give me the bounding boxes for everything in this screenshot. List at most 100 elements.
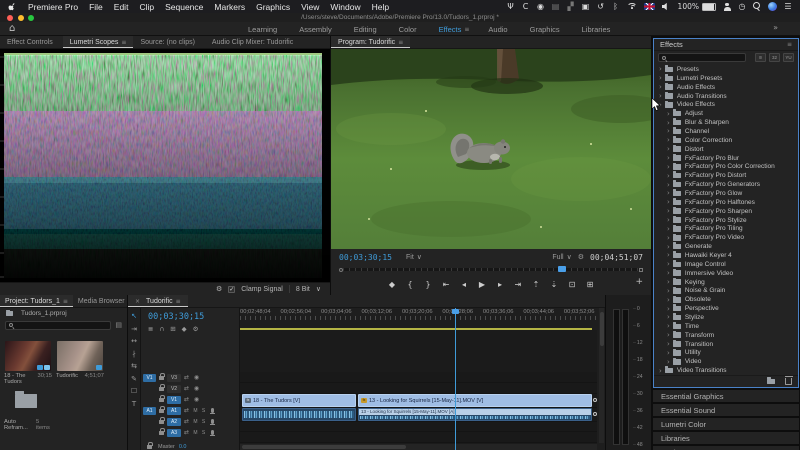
go-to-out-button[interactable]: ⇥ — [514, 280, 523, 289]
effects-folder-row[interactable]: › Stylize — [654, 313, 798, 322]
bit-depth-dropdown-icon[interactable]: ∨ — [316, 285, 321, 293]
effects-folder-row[interactable]: › Keying — [654, 277, 798, 287]
dim-status-icon-2[interactable]: ▞ — [567, 2, 575, 12]
minimize-window-button[interactable] — [17, 14, 24, 21]
chevron-right-icon[interactable]: › — [667, 251, 670, 259]
chevron-right-icon[interactable]: › — [667, 287, 670, 295]
time-machine-status-icon[interactable]: ↺ — [597, 2, 605, 12]
menu-item[interactable]: Premiere Pro — [28, 2, 78, 12]
program-settings-wrench-icon[interactable]: ⚙ — [578, 253, 584, 261]
chevron-right-icon[interactable]: › — [667, 234, 670, 242]
mark-out-button[interactable]: } — [424, 280, 433, 289]
chevron-right-icon[interactable]: › — [667, 110, 670, 118]
zoom-level-select[interactable]: Fit ∨ — [406, 253, 422, 261]
panel-tab[interactable]: Source: (no clips) — [133, 36, 204, 48]
toggle-track-output-eye-icon[interactable]: ◉ — [192, 374, 201, 381]
project-search-input[interactable] — [5, 320, 112, 330]
panel-tab[interactable]: Project: Tudors_1 ≡ — [0, 295, 73, 307]
effects-folder-row[interactable]: › Immersive Video — [654, 269, 798, 278]
timeline-ruler[interactable]: 00;02;48;04 00;02;56;04 00;03;04;06 00;03;1… — [240, 308, 600, 328]
collapsed-panel-header[interactable]: Markers — [653, 446, 799, 450]
solo-track-button[interactable]: S — [200, 419, 207, 425]
bin-name[interactable]: Auto Refram... — [4, 419, 36, 431]
effects-folder-row[interactable]: › Time — [654, 322, 798, 331]
chevron-right-icon[interactable]: › — [659, 83, 662, 91]
step-back-button[interactable]: ◂ — [460, 280, 469, 289]
pen-tool[interactable]: ✎ — [131, 375, 137, 383]
effects-panel-menu-icon[interactable]: ≡ — [787, 41, 792, 48]
new-custom-bin-icon[interactable] — [767, 377, 775, 385]
chevron-right-icon[interactable]: › — [667, 154, 670, 162]
scrollbar-thumb[interactable] — [242, 445, 407, 449]
mute-track-button[interactable]: M — [192, 419, 199, 425]
workspace-overflow-icon[interactable]: » — [773, 23, 778, 32]
vertical-scrollbar[interactable] — [599, 308, 604, 443]
workspace-tab[interactable]: Learning — [248, 25, 280, 34]
track-lane-a2[interactable] — [240, 422, 597, 432]
step-forward-button[interactable]: ▸ — [496, 280, 505, 289]
workspace-tab-menu-icon[interactable]: ≡ — [464, 26, 469, 33]
panel-tab[interactable]: Lumetri Scopes ≡ — [62, 36, 134, 48]
effects-folder-row[interactable]: › Generate — [654, 242, 798, 251]
chevron-right-icon[interactable]: › — [667, 278, 670, 286]
effects-folder-row[interactable]: › Adjust — [654, 109, 798, 118]
track-target-button[interactable]: A3 — [167, 428, 181, 437]
track-target-button[interactable]: A1 — [167, 406, 181, 415]
accelerated-effects-filter[interactable]: ≋ — [755, 53, 766, 62]
track-lock-icon[interactable] — [159, 416, 166, 424]
chevron-right-icon[interactable]: › — [667, 172, 670, 180]
chevron-right-icon[interactable]: › — [667, 331, 670, 339]
lift-button[interactable]: ⇡ — [532, 280, 541, 289]
effects-folder-row[interactable]: › Hawaiki Keyer 4 — [654, 251, 798, 260]
effects-folder-row[interactable]: › FxFactory Pro Color Correction — [654, 162, 798, 171]
track-lock-icon[interactable] — [159, 427, 166, 435]
effects-folder-row[interactable]: › FxFactory Pro Blur — [654, 153, 798, 163]
battery-status[interactable]: 100% — [678, 2, 716, 12]
delete-custom-item-icon[interactable] — [784, 376, 793, 385]
record-status-icon[interactable]: ◉ — [537, 2, 545, 12]
effects-folder-row[interactable]: › Image Control — [654, 260, 798, 269]
track-target-button[interactable]: V1 — [167, 395, 181, 404]
chevron-right-icon[interactable]: › — [667, 260, 670, 268]
voiceover-record-mic-icon[interactable] — [210, 419, 215, 425]
effects-folder-row[interactable]: › FxFactory Pro Halftones — [654, 198, 798, 207]
program-panel-menu-icon[interactable]: ≡ — [398, 39, 403, 46]
effects-folder-row[interactable]: › Noise & Grain — [654, 286, 798, 295]
close-window-button[interactable] — [7, 14, 13, 21]
chevron-right-icon[interactable]: › — [667, 216, 670, 224]
program-current-timecode[interactable]: 00;03;30;15 — [339, 253, 392, 262]
effects-folder-row[interactable]: › Utility — [654, 348, 798, 358]
effects-folder-row[interactable]: › Lumetri Presets — [654, 74, 798, 83]
extract-button[interactable]: ⇣ — [550, 280, 559, 289]
zoom-window-button[interactable] — [28, 14, 34, 21]
chevron-right-icon[interactable]: › — [667, 296, 670, 304]
track-lane-a3[interactable] — [240, 432, 597, 443]
workspace-tab[interactable]: Libraries — [582, 25, 614, 34]
hand-tool[interactable]: ☐ — [131, 387, 137, 395]
notification-center-icon[interactable]: ☰ — [784, 2, 792, 12]
effects-folder-row[interactable]: › FxFactory Pro Sharpen — [654, 207, 798, 216]
timeline-current-timecode[interactable]: 00;03;30;15 — [148, 312, 204, 322]
view-options-icon[interactable]: ▤ — [115, 321, 122, 329]
chevron-right-icon[interactable]: › — [667, 340, 670, 348]
track-lane-v3[interactable] — [240, 372, 597, 383]
collapsed-panel-header[interactable]: Essential Sound — [653, 404, 799, 416]
workspace-tab[interactable]: Editing — [354, 25, 380, 34]
sync-lock-icon[interactable]: ⇄ — [182, 429, 191, 436]
menu-item[interactable]: Markers — [214, 2, 245, 12]
program-scrubber[interactable] — [339, 265, 643, 274]
chevron-right-icon[interactable]: › — [667, 198, 670, 206]
go-to-in-button[interactable]: ⇤ — [442, 280, 451, 289]
effects-folder-row[interactable]: › Video Transitions — [654, 366, 798, 375]
collapsed-panel-header[interactable]: Essential Graphics — [653, 390, 799, 402]
fx-badge-icon[interactable]: fx — [361, 398, 367, 403]
chevron-right-icon[interactable]: › — [667, 358, 670, 366]
effects-folder-row[interactable]: › FxFactory Pro Video — [654, 233, 798, 242]
collapsed-panel-header[interactable]: Lumetri Color — [653, 418, 799, 430]
close-sequence-icon[interactable]: × — [135, 298, 140, 305]
chevron-right-icon[interactable]: › — [667, 119, 670, 127]
menu-item[interactable]: Edit — [114, 2, 129, 12]
button-editor-plus[interactable]: + — [635, 277, 643, 287]
video-track-header[interactable]: V2 ⇄ ◉ — [141, 383, 239, 394]
chevron-right-icon[interactable]: › — [667, 322, 670, 330]
